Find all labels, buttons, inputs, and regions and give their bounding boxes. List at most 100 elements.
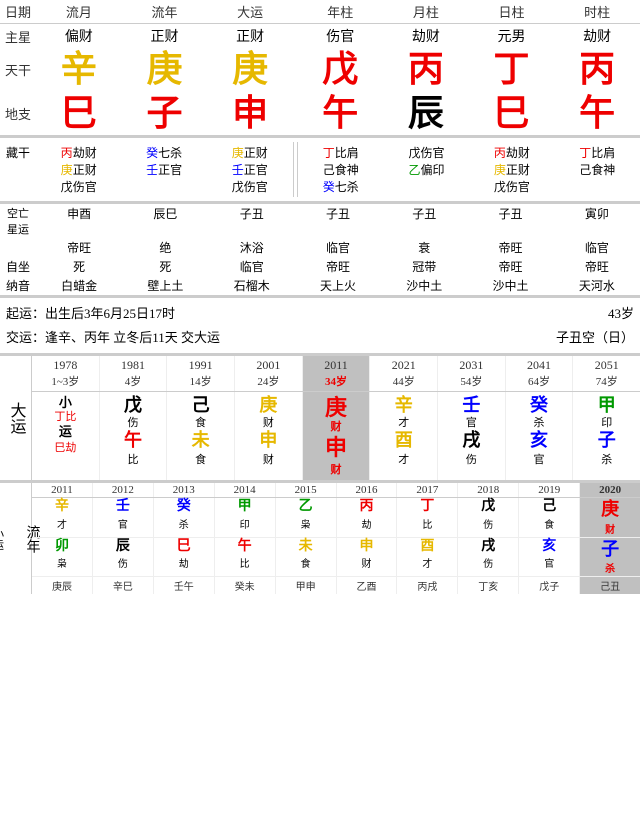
star-zizuo-4: 冠带 (381, 257, 467, 276)
cang-0-line1-char: 丙 (61, 146, 73, 160)
yue-zhu-di-zhi: 辰 (383, 92, 469, 136)
da-yun-age-4: 34岁 (303, 373, 370, 389)
star-nayin-2: 石榴木 (209, 276, 295, 295)
liu-nian-bottom-chars-row: 卯 枭 辰 伤 巳 劫 午 比 未 食 申 财 (32, 538, 640, 578)
da-yun-year-3: 2001 (235, 358, 302, 373)
ln-bchar-col-1: 辰 伤 (93, 538, 154, 577)
cang-1-line2-rel: 正官 (158, 163, 182, 177)
ln-char-col-0: 辛 才 (32, 498, 93, 537)
shi-zhu-tian-gan: 丙 (554, 48, 640, 92)
da-yun-age-1: 4岁 (100, 373, 167, 389)
star-nayin-3: 天上火 (295, 276, 381, 295)
da-yun-age-3: 24岁 (235, 373, 302, 389)
nian-zhu-tian-gan: 戊 (297, 48, 383, 92)
nian-zhu-di-zhi: 午 (297, 92, 383, 136)
star-kongwang-5: 子丑 (467, 204, 553, 238)
col-header-yue-zhu: 月柱 (383, 0, 469, 24)
ln-xy-col-6: 丙戌 (397, 577, 458, 594)
ri-zhu-main-star: 元男 (469, 24, 555, 49)
star-wang-2: 沐浴 (209, 238, 295, 257)
col-header-date: 日期 (0, 0, 36, 24)
star-wang-1: 绝 (122, 238, 208, 257)
da-yun-chars-row: 小 丁比 运 巳劫 戊 伤 午 比 己 食 未 食 (32, 392, 640, 480)
star-nayin-5: 沙中土 (467, 276, 553, 295)
da-yun-char-2: 己 食 未 食 (167, 392, 235, 480)
star-kongwang-3: 子丑 (295, 204, 381, 238)
col-header-shi-zhu: 时柱 (554, 0, 640, 24)
star-nayin-0: 白蜡金 (36, 276, 122, 295)
cang-6-line1-rel: 比肩 (591, 146, 615, 160)
star-kongwang-4: 子丑 (381, 204, 467, 238)
cang-2-line2-rel: 正官 (244, 163, 268, 177)
ri-zhu-tian-gan: 丁 (469, 48, 555, 92)
dy-bot-1: 午 (100, 430, 167, 452)
ri-zhu-di-zhi: 巳 (469, 92, 555, 136)
dy-bot-8: 子 (573, 430, 640, 452)
ln-xy-col-0: 庚辰 (32, 577, 93, 594)
di-zhi-row: 地支 巳 子 申 午 辰 巳 午 (0, 92, 640, 136)
star-row-wangx: 帝旺 绝 沐浴 临官 衰 帝旺 临官 (0, 238, 640, 257)
dy-bot-7: 亥 (506, 430, 573, 452)
ln-year-col-8: 2019 (519, 483, 580, 497)
dy-top-2: 己 (167, 395, 234, 417)
ln-bchar-col-9-highlight: 子 杀 (580, 538, 640, 577)
da-yun-year-7: 2041 (506, 358, 573, 373)
ln-year-col-9-highlight: 2020 (580, 483, 640, 497)
ln-char-col-3: 甲 印 (215, 498, 276, 537)
ln-xy-col-7: 丁亥 (458, 577, 519, 594)
dy-bsub-1: 比 (100, 451, 167, 467)
da-yun-age-8: 74岁 (573, 373, 640, 389)
da-yun-char-1: 戊 伤 午 比 (100, 392, 168, 480)
da-yun-char-7: 癸 杀 亥 官 (506, 392, 574, 480)
da-yun-char-4-highlight: 庚 财 申 财 (303, 392, 371, 480)
cang-4-line1-char: 戊 (408, 146, 420, 160)
ln-bchar-col-4: 未 食 (276, 538, 337, 577)
liu-month-main-star: 偏财 (36, 24, 122, 49)
cang-4-line2-char: 乙 (408, 163, 420, 177)
cang-3-line3-char: 癸 (323, 180, 335, 194)
star-zizuo-0: 死 (36, 257, 122, 276)
da-yun-age-0: 1~3岁 (32, 373, 99, 389)
da-yun-char-8: 甲 印 子 杀 (573, 392, 640, 480)
da-yun-di-zhi: 申 (207, 92, 293, 136)
dy-top-0: 小 (32, 395, 99, 411)
da-yun-col-3: 2001 24岁 (235, 356, 303, 391)
da-yun-year-1: 1981 (100, 358, 167, 373)
liu-nian-top-chars-row: 辛 才 壬 官 癸 杀 甲 印 乙 枭 丙 劫 (32, 498, 640, 538)
ln-bchar-col-6: 酉 才 (397, 538, 458, 577)
cang-5-line2-char: 庚 (494, 163, 506, 177)
star-wang-5: 帝旺 (467, 238, 553, 257)
dy-tsub-5: 才 (370, 417, 437, 430)
da-yun-col-1: 1981 4岁 (100, 356, 168, 391)
star-label-zizuo: 自坐 (0, 257, 36, 276)
da-yun-char-5: 辛 才 酉 才 (370, 392, 438, 480)
da-yun-char-0: 小 丁比 运 巳劫 (32, 392, 100, 480)
cang-col-4: 戊伤官 乙偏印 (384, 142, 469, 197)
dy-tsub-2: 食 (167, 417, 234, 430)
dy-bsub-7: 官 (506, 451, 573, 467)
cang-gan-label: 藏干 (0, 142, 36, 197)
ln-char-col-6: 丁 比 (397, 498, 458, 537)
dy-tsub-3: 财 (235, 417, 302, 430)
ln-char-col-2: 癸 杀 (154, 498, 215, 537)
liu-nian-xiaoyun-row: 庚辰 辛巳 壬午 癸未 甲申 乙酉 丙戌 丁亥 戊子 己丑 (32, 577, 640, 594)
star-zizuo-2: 临官 (209, 257, 295, 276)
jiao-yun-row: 交运：逢辛、丙年 立冬后11天 交大运 子丑空（日） (6, 326, 634, 349)
dy-tsub-6: 官 (438, 417, 505, 430)
dy-top-6: 壬 (438, 395, 505, 417)
cang-4-line1-rel: 伤官 (421, 146, 445, 160)
ln-bchar-col-5: 申 财 (337, 538, 398, 577)
star-wang-0: 帝旺 (36, 238, 122, 257)
cang-0-line3-char: 戊 (61, 180, 73, 194)
liu-nian-label: 流年 小运 (0, 483, 32, 594)
da-yun-col-0: 1978 1~3岁 (32, 356, 100, 391)
cang-2-line3-char: 戊 (232, 180, 244, 194)
da-yun-year-4: 2011 (303, 358, 370, 373)
da-yun-year-6: 2031 (438, 358, 505, 373)
dy-tsub-8: 印 (573, 417, 640, 430)
ln-char-col-1: 壬 官 (93, 498, 154, 537)
star-zizuo-5: 帝旺 (467, 257, 553, 276)
star-row-kongwang: 空亡星运 申酉 辰巳 子丑 子丑 子丑 子丑 寅卯 (0, 204, 640, 238)
cang-5-line3-char: 戊 (494, 180, 506, 194)
ln-char-col-9-highlight: 庚 财 (580, 498, 640, 537)
